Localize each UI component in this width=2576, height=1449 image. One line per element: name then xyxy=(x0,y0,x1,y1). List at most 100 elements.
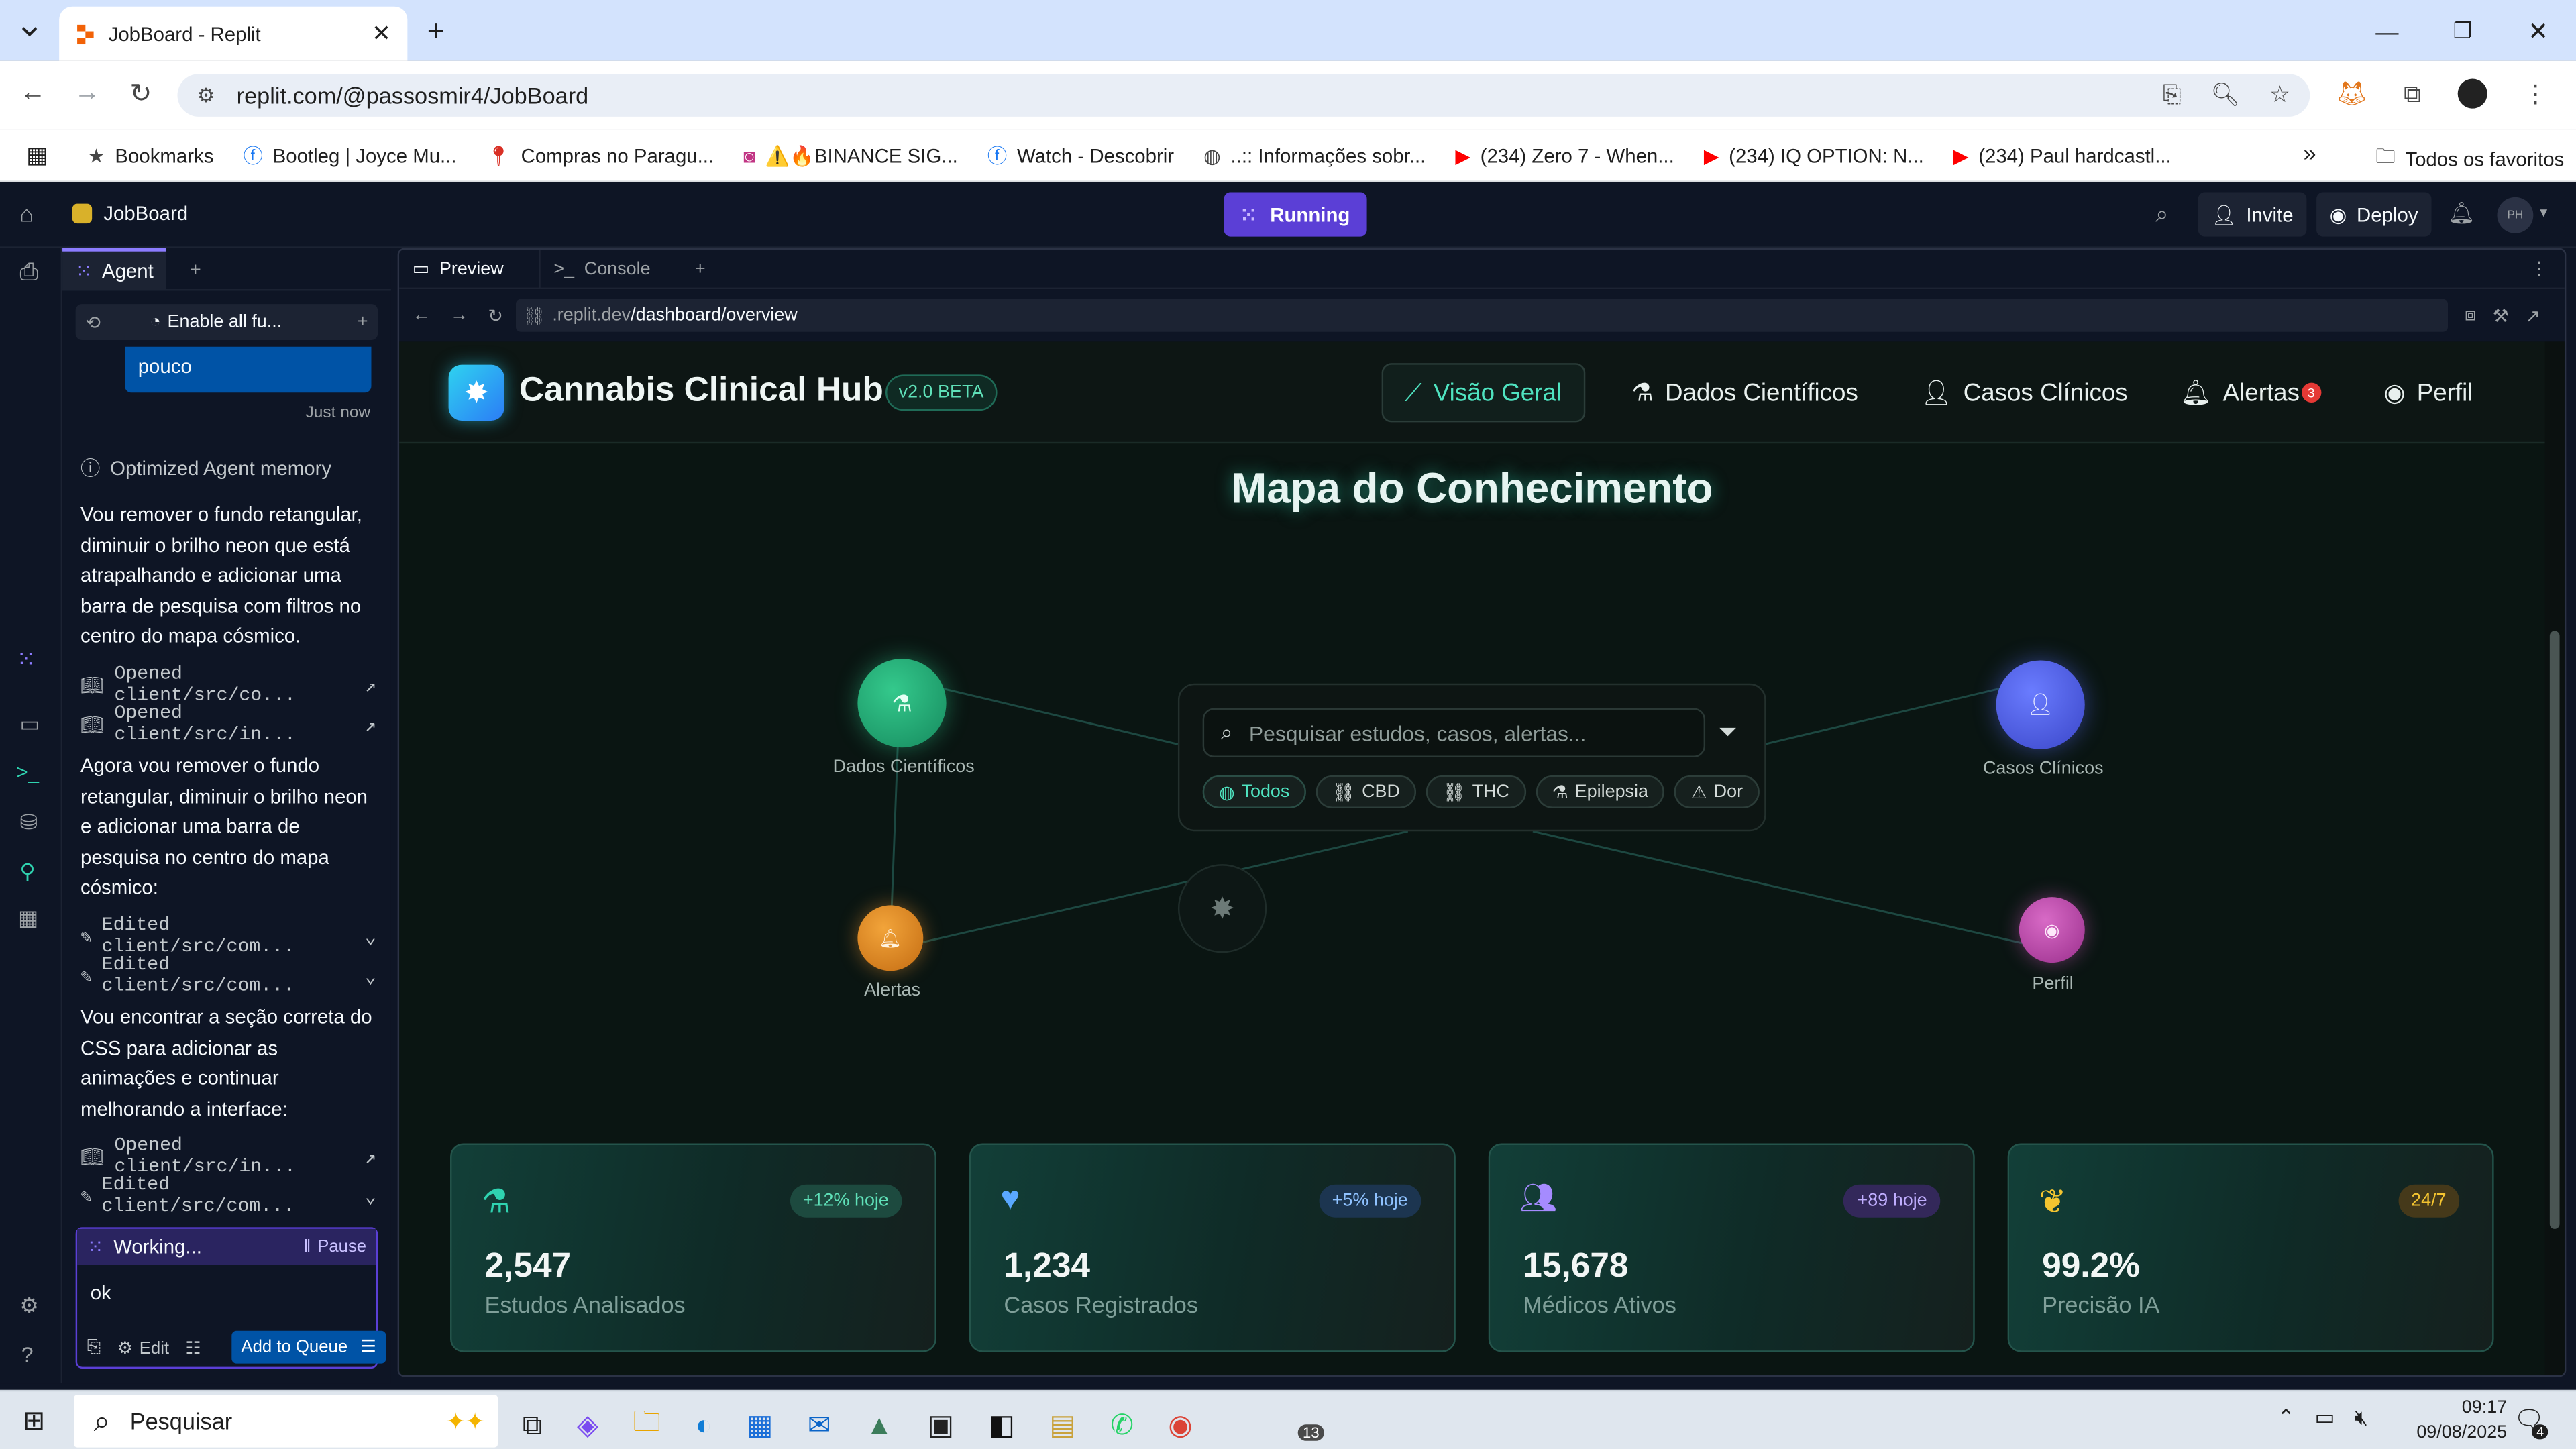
metamask-extension-icon[interactable]: 🦊︎ xyxy=(2336,79,2367,109)
chrome-icon[interactable]: ◉ xyxy=(1168,1409,1192,1442)
tab-search-chevron-icon[interactable] xyxy=(13,15,46,48)
agent-action[interactable]: 📖︎ Opened client/src/in... ↗ xyxy=(80,703,376,746)
history-icon[interactable]: ⟲ xyxy=(85,311,101,333)
bookmark-item[interactable]: ▶ (234) IQ OPTION: N... xyxy=(1704,144,1924,166)
preview-url-bar[interactable]: ⛓ .replit.dev/dashboard/overview xyxy=(516,299,2449,332)
task-view-icon[interactable]: ⧉ xyxy=(523,1409,543,1442)
taskbar-search[interactable]: ⌕ Pesquisar ✦✦ xyxy=(74,1395,498,1448)
outlook-icon[interactable]: ✉ xyxy=(808,1409,831,1442)
node-cases[interactable]: 👤︎ xyxy=(1996,660,2085,749)
devices-icon[interactable]: ⧈ xyxy=(2465,305,2476,326)
notes-app-icon[interactable]: ▤ xyxy=(1049,1409,1075,1442)
devtools-icon[interactable]: ⚒ xyxy=(2493,305,2509,326)
forward-icon[interactable]: → xyxy=(450,306,468,325)
help-icon[interactable]: ? xyxy=(21,1342,34,1367)
preview-webview-icon[interactable]: ▭ xyxy=(19,711,40,737)
filter-chip-epilepsia[interactable]: ⚗ Epilepsia xyxy=(1536,775,1665,808)
edge-icon[interactable]: ◐ xyxy=(695,1409,712,1442)
close-window-icon[interactable]: ✕ xyxy=(2500,15,2576,46)
bookmark-item[interactable]: ▶ (234) Zero 7 - When... xyxy=(1455,144,1674,166)
filter-chip-thc[interactable]: ⛓ THC xyxy=(1426,775,1526,808)
all-bookmarks-button[interactable]: 🗀 Todos os favoritos xyxy=(2375,142,2564,176)
bookmark-item[interactable]: ⓕ Watch - Descobrir xyxy=(987,142,1174,170)
more-options-icon[interactable]: ⋮ xyxy=(2530,258,2548,279)
bookmark-item[interactable]: ⓕ Bootleg | Joyce Mu... xyxy=(244,142,457,170)
new-tab-icon[interactable]: + xyxy=(190,257,201,280)
tab-agent[interactable]: ⁙ Agent xyxy=(62,247,167,290)
project-switcher[interactable]: JobBoard xyxy=(72,202,188,225)
run-status-button[interactable]: ⁙ Running xyxy=(1224,192,1366,237)
windows-start-icon[interactable]: ⊞ xyxy=(23,1405,45,1438)
profile-avatar[interactable] xyxy=(2457,78,2487,109)
enable-features-button[interactable]: ◔ Enable all fu... xyxy=(150,312,282,331)
clock[interactable]: 09:17 09/08/2025 xyxy=(2392,1397,2507,1446)
extensions-icon[interactable]: ⚙ xyxy=(19,1293,39,1319)
site-info-icon[interactable]: ⚙ xyxy=(197,84,215,107)
bookmark-item[interactable]: ★ Bookmarks xyxy=(87,144,213,166)
filter-chip-dor[interactable]: ⚠ Dor xyxy=(1674,775,1760,808)
whatsapp-icon[interactable]: ✆ xyxy=(1110,1409,1134,1442)
address-bar[interactable]: ⚙ replit.com/@passosmir4/JobBoard ⎘ 🔍︎ ☆ xyxy=(177,74,2310,117)
node-alerts[interactable]: 🔔︎ xyxy=(857,905,924,971)
invite-button[interactable]: 👤︎ Invite xyxy=(2198,192,2307,237)
network-icon[interactable]: ▭ xyxy=(2314,1405,2334,1431)
chevron-down-icon[interactable]: ▾ xyxy=(2540,204,2547,222)
pause-button[interactable]: ‖ Pause xyxy=(304,1237,366,1256)
edit-button[interactable]: ⚙ Edit xyxy=(117,1338,169,1358)
volume-muted-icon[interactable]: 🔇︎ xyxy=(2355,1405,2368,1431)
console-icon[interactable]: >_ xyxy=(16,761,39,784)
close-tab-icon[interactable]: ✕ xyxy=(372,19,391,48)
database-icon[interactable]: ⛁ xyxy=(19,810,38,836)
filter-chip-todos[interactable]: ◍ Todos xyxy=(1202,775,1306,808)
chevron-up-icon[interactable]: ⌃ xyxy=(2277,1405,2295,1431)
back-icon[interactable]: ← xyxy=(19,79,46,109)
bookmark-item[interactable]: ▶ (234) Paul hardcastl... xyxy=(1953,144,2171,166)
files-icon[interactable]: ⎙ xyxy=(19,258,38,286)
agent-action[interactable]: ✎ Edited client/src/com... ⌄ xyxy=(80,1175,376,1218)
file-explorer-icon[interactable]: 🗀 xyxy=(633,1401,661,1449)
filter-chip-cbd[interactable]: ⛓ CBD xyxy=(1316,775,1417,808)
new-tab-icon[interactable]: + xyxy=(695,259,706,278)
add-to-queue-button[interactable]: Add to Queue ☰ xyxy=(231,1330,386,1364)
new-chat-icon[interactable]: + xyxy=(358,312,368,331)
agent-action[interactable]: 📖︎ Opened client/src/in... ↗ xyxy=(80,1135,376,1178)
store-icon[interactable]: ▦ xyxy=(747,1409,773,1442)
restore-icon[interactable]: ❐ xyxy=(2425,17,2501,44)
search-icon[interactable]: ⌕ xyxy=(2155,201,2168,229)
git-icon[interactable]: ⚲ xyxy=(19,859,35,885)
minimize-icon[interactable]: — xyxy=(2349,17,2425,44)
agent-icon[interactable]: ⁙ xyxy=(16,645,36,674)
bookmark-item[interactable]: ◍ ..:: Informações sobr... xyxy=(1203,144,1426,166)
new-tab-icon[interactable]: + xyxy=(427,15,445,49)
filter-icon[interactable]: ⏷ xyxy=(1719,718,1737,746)
capcut-icon[interactable]: ◧ xyxy=(989,1409,1015,1442)
scrollbar-thumb[interactable] xyxy=(2549,631,2560,1229)
app-icon[interactable]: ▲ xyxy=(865,1409,893,1442)
all-tools-icon[interactable]: ▦ xyxy=(18,905,38,931)
forward-icon[interactable]: → xyxy=(74,79,100,109)
reload-icon[interactable]: ↻ xyxy=(488,305,503,326)
deploy-button[interactable]: ◉ Deploy xyxy=(2316,192,2432,237)
browser-tab[interactable]: JobBoard - Replit ✕ xyxy=(59,6,408,61)
attach-icon[interactable]: ⎘ xyxy=(87,1337,101,1358)
notifications-bell-icon[interactable]: 🔔︎ xyxy=(2448,201,2475,227)
install-app-icon[interactable]: ⎘ xyxy=(2163,80,2181,109)
home-icon[interactable]: ⌂ xyxy=(19,201,34,227)
zoom-icon[interactable]: 🔍︎ xyxy=(2211,80,2241,109)
tab-console[interactable]: >_ Console xyxy=(541,250,682,288)
agent-input[interactable]: ok xyxy=(77,1265,376,1321)
agent-action[interactable]: 📖︎ Opened client/src/co... ↗ xyxy=(80,663,376,706)
back-icon[interactable]: ← xyxy=(413,306,431,325)
copilot-app-icon[interactable]: ◈ xyxy=(577,1409,598,1442)
node-profile[interactable]: ◉ xyxy=(2019,897,2085,963)
extensions-icon[interactable]: ⧉ xyxy=(2404,80,2421,108)
bookmark-item[interactable]: 📍︎ Compras no Paragu... xyxy=(486,144,714,166)
more-bookmarks-icon[interactable]: » xyxy=(2303,140,2316,166)
agent-action[interactable]: ✎ Edited client/src/com... ⌄ xyxy=(80,955,376,998)
bookmark-item[interactable]: ◙ ⚠️🔥BINANCE SIG... xyxy=(743,144,958,166)
user-avatar[interactable]: PH xyxy=(2497,197,2534,233)
stake-icon[interactable]: ▣ xyxy=(928,1409,954,1442)
reload-icon[interactable]: ↻ xyxy=(129,77,152,110)
browser-menu-icon[interactable]: ⋮ xyxy=(2523,79,2548,109)
tab-preview[interactable]: ▭ Preview xyxy=(399,250,541,288)
